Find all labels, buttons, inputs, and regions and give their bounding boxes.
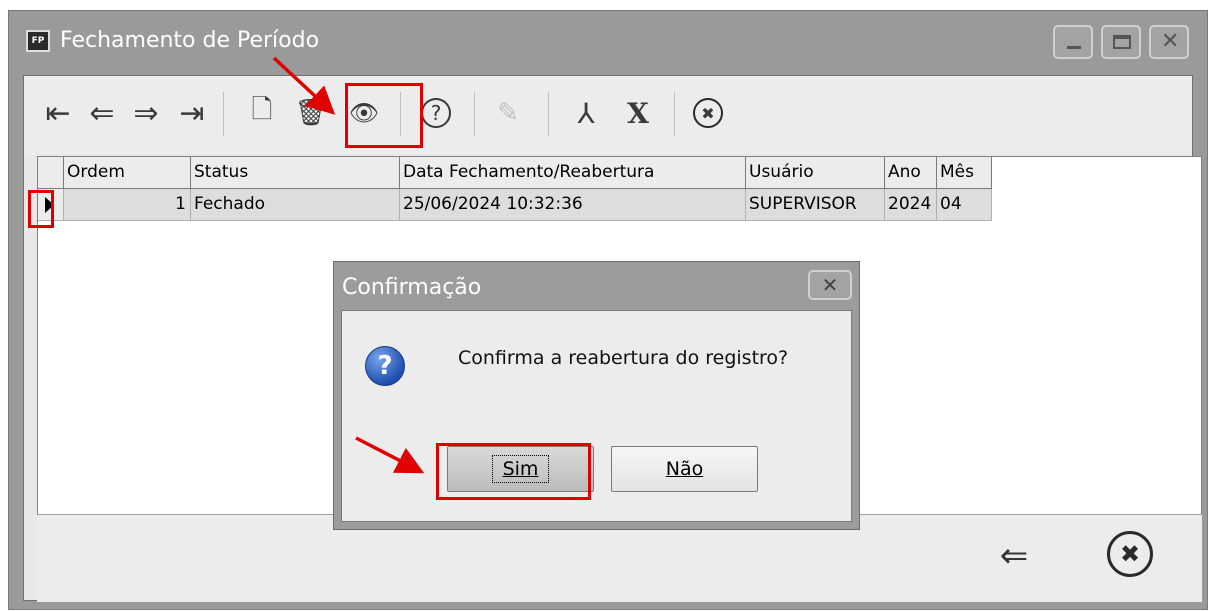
help-button[interactable]: ? <box>416 90 456 136</box>
column-header-mes[interactable]: Mês <box>937 157 992 189</box>
dialog-close-button[interactable]: ✕ <box>808 270 852 300</box>
toolbar: ⇤ ⇐ ⇒ ⇥ 🗋 🗑 👁 ? ✎ ⅄ X ✖ <box>24 76 1192 154</box>
current-row-arrow-icon <box>45 197 54 213</box>
next-record-button[interactable]: ⇒ <box>126 90 166 136</box>
title-bar[interactable]: FP Fechamento de Período ✕ <box>9 11 1207 73</box>
close-icon: ✕ <box>821 273 839 297</box>
dialog-title: Confirmação <box>342 275 482 300</box>
column-header-data[interactable]: Data Fechamento/Reabertura <box>400 157 746 189</box>
delete-button[interactable]: 🗑 <box>290 90 332 136</box>
toolbar-close-button[interactable]: ✖ <box>688 90 728 136</box>
minimize-button[interactable] <box>1053 25 1093 59</box>
toolbar-separator <box>548 92 549 136</box>
row-indicator[interactable] <box>38 189 64 221</box>
pdf-icon: ⅄ <box>577 96 595 130</box>
arrow-left-icon: ⇐ <box>999 536 1029 576</box>
no-button[interactable]: Não <box>611 446 758 492</box>
toolbar-separator <box>400 92 401 136</box>
cell-ordem[interactable]: 1 <box>64 189 191 221</box>
dialog-message: Confirma a reabertura do registro? <box>458 347 789 369</box>
maximize-button[interactable] <box>1101 25 1141 59</box>
back-button[interactable]: ⇐ <box>989 533 1039 579</box>
excel-icon: X <box>627 96 649 130</box>
toolbar-separator <box>674 92 675 136</box>
help-icon: ? <box>421 98 451 128</box>
close-circle-icon: ✖ <box>1107 531 1153 577</box>
edit-button[interactable]: ✎ <box>488 90 528 136</box>
toolbar-separator <box>474 92 475 136</box>
cell-ano[interactable]: 2024 <box>885 189 937 221</box>
column-header-ordem[interactable]: Ordem <box>64 157 191 189</box>
yes-button[interactable]: Sim <box>447 446 594 492</box>
confirmation-dialog: Confirmação ✕ ? Confirma a reabertura do… <box>333 261 860 530</box>
new-document-icon: 🗋 <box>251 95 273 125</box>
trash-icon: 🗑 <box>294 98 328 128</box>
new-button[interactable]: 🗋 <box>242 90 282 136</box>
dialog-body: ? Confirma a reabertura do registro? Sim… <box>341 310 852 522</box>
first-record-button[interactable]: ⇤ <box>38 90 78 136</box>
pdf-export-button[interactable]: ⅄ <box>566 90 606 136</box>
cell-data[interactable]: 25/06/2024 10:32:36 <box>400 189 746 221</box>
excel-export-button[interactable]: X <box>618 90 658 136</box>
first-icon: ⇤ <box>45 95 71 131</box>
arrow-right-icon: ⇒ <box>133 95 159 131</box>
question-icon: ? <box>365 346 405 386</box>
footer-close-button[interactable]: ✖ <box>1107 531 1157 581</box>
toolbar-separator <box>223 92 224 136</box>
view-button[interactable]: 👁 <box>344 90 384 136</box>
column-header-ano[interactable]: Ano <box>885 157 937 189</box>
cell-usuario[interactable]: SUPERVISOR <box>746 189 885 221</box>
arrow-left-icon: ⇐ <box>89 95 115 131</box>
close-circle-icon: ✖ <box>693 98 723 128</box>
cell-status[interactable]: Fechado <box>191 189 400 221</box>
maximize-icon <box>1113 35 1131 49</box>
minimize-icon <box>1067 46 1081 49</box>
previous-record-button[interactable]: ⇐ <box>82 90 122 136</box>
last-icon: ⇥ <box>179 95 205 131</box>
row-indicator-header <box>38 157 64 189</box>
cell-mes[interactable]: 04 <box>937 189 992 221</box>
window-title: Fechamento de Período <box>60 28 320 53</box>
column-header-usuario[interactable]: Usuário <box>746 157 885 189</box>
eye-icon: 👁 <box>348 99 380 127</box>
app-icon: FP <box>26 30 50 52</box>
last-record-button[interactable]: ⇥ <box>172 90 212 136</box>
window-close-button[interactable]: ✕ <box>1149 25 1189 59</box>
close-icon: ✕ <box>1161 29 1180 54</box>
column-header-status[interactable]: Status <box>191 157 400 189</box>
yes-button-label: Sim <box>491 455 550 483</box>
edit-icon: ✎ <box>497 98 519 128</box>
no-button-label: Não <box>665 458 704 480</box>
